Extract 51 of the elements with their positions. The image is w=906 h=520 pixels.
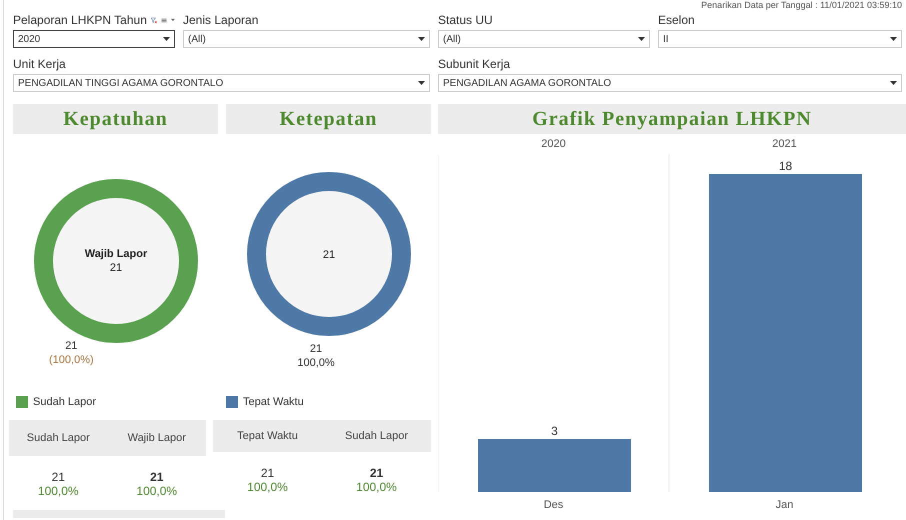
table-value: 21 bbox=[150, 470, 164, 484]
caret-icon bbox=[638, 37, 645, 41]
timestamp: Penarikan Data per Tanggal : 11/01/2021 03:59:10 bbox=[701, 0, 902, 10]
legend-label: Sudah Lapor bbox=[33, 396, 96, 408]
table-percent: 100,0% bbox=[136, 484, 178, 498]
table-value: 21 bbox=[260, 466, 274, 480]
center-value: 21 bbox=[322, 249, 335, 261]
dropdown[interactable]: PENGADILAN TINGGI AGAMA GORONTALO bbox=[13, 74, 430, 92]
column-header: Tepat Waktu bbox=[236, 430, 299, 442]
dropdown[interactable]: II bbox=[658, 30, 902, 48]
table-value: 21 bbox=[52, 470, 65, 484]
year-header: 2021 bbox=[772, 138, 797, 150]
dropdown[interactable]: PENGADILAN AGAMA GORONTALO bbox=[438, 74, 902, 92]
caret-icon bbox=[890, 81, 897, 85]
axis-label: Jan bbox=[776, 499, 794, 511]
caret-icon bbox=[418, 81, 425, 85]
axis-label: Des bbox=[544, 499, 564, 511]
center-label: Wajib Lapor bbox=[84, 248, 147, 260]
data-label: 18 bbox=[778, 159, 792, 173]
caret-icon[interactable] bbox=[171, 18, 175, 22]
panel-title: Grafik Penyampaian LHKPN bbox=[438, 104, 906, 134]
filter-label: Eselon bbox=[658, 13, 695, 27]
percent-label: 100,0% bbox=[297, 356, 335, 370]
dropdown[interactable]: (All) bbox=[438, 30, 650, 48]
value-label: 21 bbox=[65, 339, 78, 353]
panel-title: Kepatuhan bbox=[13, 104, 218, 134]
value-label: 21 bbox=[310, 342, 322, 356]
year-header: 2020 bbox=[541, 138, 566, 150]
column-header: Sudah Lapor bbox=[344, 430, 409, 442]
dropdown[interactable]: (All) bbox=[183, 30, 430, 48]
table-percent: 100,0% bbox=[247, 480, 288, 494]
caret-icon bbox=[163, 37, 170, 41]
center-value: 21 bbox=[109, 262, 122, 274]
dropdown[interactable]: 2020 bbox=[13, 30, 175, 48]
filter-label: Status UU bbox=[438, 13, 493, 27]
filter-label: Subunit Kerja bbox=[438, 57, 510, 71]
column-header: Wajib Lapor bbox=[126, 432, 187, 444]
filter-label: Jenis Laporan bbox=[183, 13, 258, 27]
legend-label: Tepat Waktu bbox=[243, 396, 304, 408]
data-label: 3 bbox=[551, 424, 558, 438]
table-value: 21 bbox=[370, 466, 384, 480]
clear-filter-icon[interactable] bbox=[150, 14, 157, 26]
filter-label: Pelaporan LHKPN Tahun bbox=[13, 13, 147, 27]
table-percent: 100,0% bbox=[356, 480, 397, 494]
panel-title: Ketepatan bbox=[226, 104, 431, 134]
column-header: Sudah Lapor bbox=[26, 432, 91, 444]
caret-icon bbox=[418, 37, 425, 41]
caret-icon bbox=[890, 37, 897, 41]
table-percent: 100,0% bbox=[38, 484, 79, 498]
filter-label: Unit Kerja bbox=[13, 57, 66, 71]
percent-label: (100,0%) bbox=[49, 353, 94, 367]
